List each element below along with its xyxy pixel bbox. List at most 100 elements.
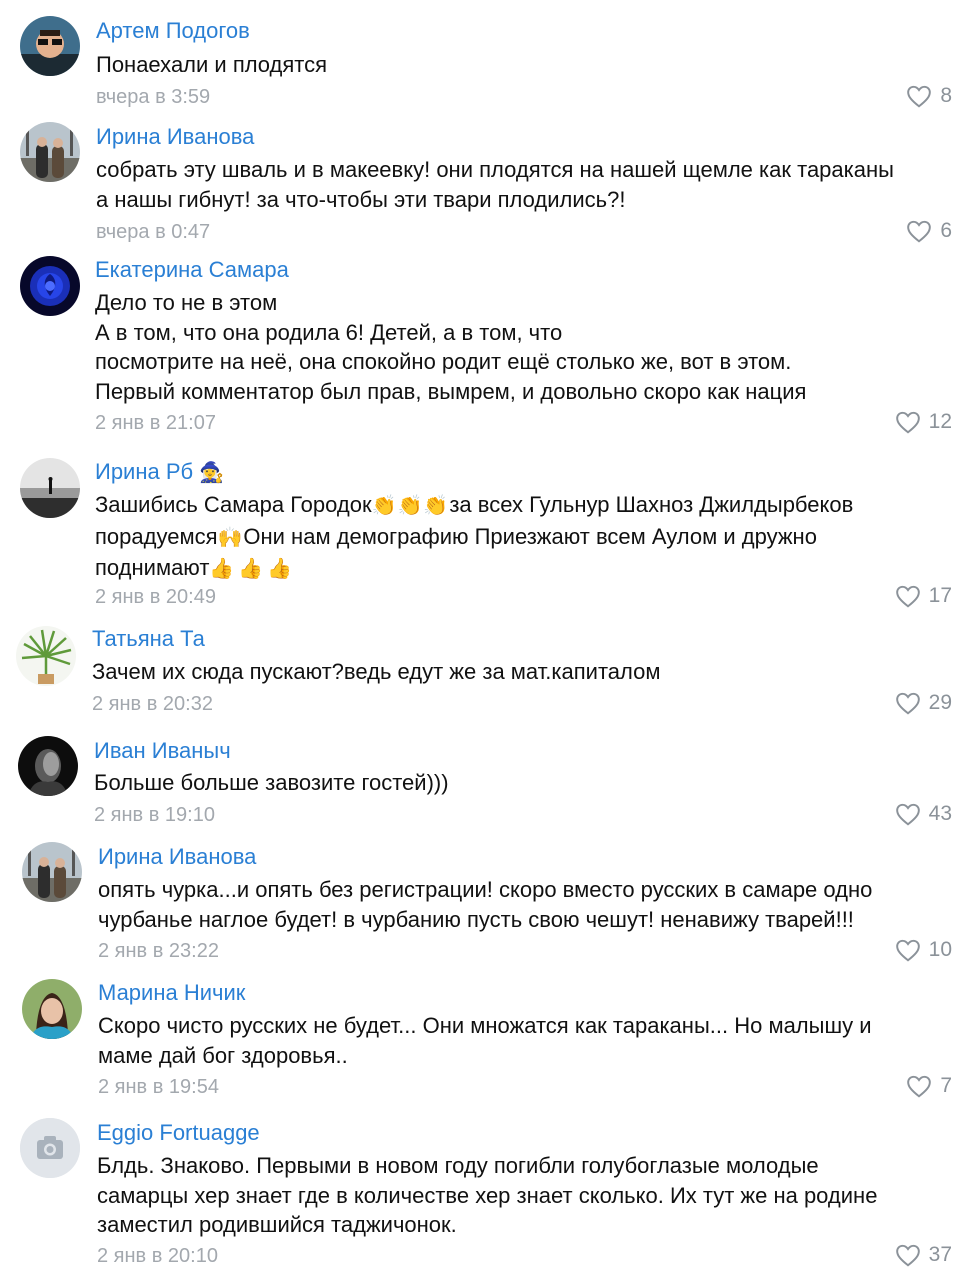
avatar[interactable] (20, 256, 80, 316)
avatar-photo (16, 626, 76, 686)
text-fragment: поднимают (95, 555, 210, 580)
text-fragment: за всех Гульнур Шахноз Джилдырбеков (449, 492, 854, 517)
author-name[interactable]: Татьяна Та (92, 624, 205, 654)
comment-text: опять чурка...и опять без регистрации! с… (98, 875, 958, 934)
comment-text: собрать эту шваль и в макеевку! они плод… (96, 155, 956, 214)
like-button[interactable]: 7 (906, 1074, 952, 1098)
avatar[interactable] (20, 16, 80, 76)
like-button[interactable]: 12 (895, 410, 952, 434)
text-fragment: Они нам демографию Приезжают всем Аулом … (243, 523, 817, 549)
comment-line: Зачем их сюда пускают?ведь едут же за ма… (92, 659, 661, 684)
comment-text: Зачем их сюда пускают?ведь едут же за ма… (92, 657, 952, 687)
clapping-hands-icon: 👏👏👏 (371, 495, 450, 517)
comment-line: порадуемся🙌Они нам демографию Приезжают … (95, 522, 955, 554)
heart-icon (895, 803, 920, 826)
author-name[interactable]: Артем Подогов (96, 16, 250, 46)
like-button[interactable]: 29 (895, 691, 952, 715)
author-name[interactable]: Иван Иваныч (94, 736, 231, 766)
comment-time[interactable]: 2 янв в 19:10 (94, 802, 215, 828)
like-count: 8 (940, 84, 952, 107)
avatar[interactable] (18, 736, 78, 796)
like-count: 17 (928, 584, 952, 607)
comment-line: маме дай бог здоровья.. (98, 1042, 348, 1068)
avatar-photo (22, 979, 82, 1039)
comment-time[interactable]: 2 янв в 20:49 (95, 584, 216, 610)
text-fragment: Зашибись Самара Городок (95, 492, 372, 517)
heart-icon (895, 939, 920, 962)
heart-icon (895, 1244, 920, 1267)
comment-time[interactable]: вчера в 0:47 (96, 219, 210, 245)
comment-line: а нашы гибнут! за что-чтобы эти твари пл… (96, 186, 626, 212)
comment-line: Дело то не в этом (95, 290, 278, 315)
avatar[interactable] (22, 979, 82, 1039)
like-button[interactable]: 17 (895, 584, 952, 608)
comment-line: посмотрите на неё, она спокойно родит ещ… (95, 349, 792, 374)
avatar-photo (20, 122, 80, 182)
like-count: 43 (928, 802, 952, 825)
author-name[interactable]: Ирина Иванова (98, 842, 256, 872)
comment-text: Блдь. Знаково. Первыми в новом году поги… (97, 1151, 957, 1240)
author-name[interactable]: Eggio Fortuagge (97, 1118, 260, 1148)
heart-icon (907, 85, 932, 108)
comment-line: самарцы хер знает где в количестве хер з… (97, 1182, 878, 1208)
like-button[interactable]: 37 (895, 1243, 952, 1267)
camera-icon (20, 1118, 80, 1178)
avatar[interactable] (16, 626, 76, 686)
heart-icon (895, 692, 920, 715)
like-count: 12 (928, 410, 952, 433)
author-name[interactable]: Ирина Иванова (96, 122, 254, 152)
like-count: 29 (928, 691, 952, 714)
comment-line: Больше больше завозите гостей))) (94, 770, 449, 795)
comment-time[interactable]: вчера в 3:59 (96, 84, 210, 110)
author-name-text: Ирина Рб (95, 459, 194, 484)
comment-time[interactable]: 2 янв в 20:32 (92, 691, 213, 717)
heart-icon (895, 585, 920, 608)
comment-line: Зашибись Самара Городок👏👏👏за всех Гульну… (95, 490, 955, 522)
like-button[interactable]: 6 (906, 219, 952, 243)
heart-icon (907, 220, 932, 243)
comment-line: Первый комментатор был прав, вымрем, и д… (95, 378, 807, 404)
like-count: 6 (940, 219, 952, 242)
like-count: 7 (940, 1074, 952, 1097)
comment-text: Понаехали и плодятся (96, 50, 956, 80)
avatar[interactable] (22, 842, 82, 902)
heart-icon (907, 1075, 932, 1098)
like-count: 37 (928, 1243, 952, 1266)
avatar-photo (20, 256, 80, 316)
avatar-photo (22, 842, 82, 902)
comment-line: поднимают👍👍👍 (95, 553, 955, 585)
comment-line: опять чурка...и опять без регистрации! с… (98, 877, 873, 902)
comment-time[interactable]: 2 янв в 23:22 (98, 938, 219, 964)
author-name[interactable]: Ирина Рб 🧙‍♀️ (95, 457, 224, 488)
comment-line: Понаехали и плодятся (96, 52, 328, 77)
comment-text: Больше больше завозите гостей))) (94, 768, 954, 798)
like-button[interactable]: 43 (895, 802, 952, 826)
comment-line: А в том, что она родила 6! Детей, а в то… (95, 319, 563, 345)
witch-emoji-icon: 🧙‍♀️ (199, 462, 225, 484)
avatar[interactable] (20, 122, 80, 182)
avatar[interactable] (20, 1118, 80, 1178)
raising-hands-icon: 🙌 (217, 526, 244, 549)
avatar[interactable] (20, 458, 80, 518)
comment-line: заместил родившийся таджичонок. (97, 1212, 457, 1237)
heart-icon (895, 411, 920, 434)
comment-line: собрать эту шваль и в макеевку! они плод… (96, 157, 894, 182)
comment-line: Скоро чисто русских не будет... Они множ… (98, 1013, 872, 1038)
thumbs-up-icon: 👍👍👍 (209, 558, 297, 580)
avatar-photo (18, 736, 78, 796)
comment-text: Скоро чисто русских не будет... Они множ… (98, 1011, 958, 1070)
text-fragment: порадуемся (95, 523, 218, 549)
comment-time[interactable]: 2 янв в 21:07 (95, 410, 216, 436)
avatar-photo (20, 16, 80, 76)
comment-line: чурбанье наглое будет! в чурбанию пусть … (98, 906, 854, 932)
like-count: 10 (928, 938, 952, 961)
comment-line: Блдь. Знаково. Первыми в новом году поги… (97, 1153, 819, 1178)
comment-time[interactable]: 2 янв в 19:54 (98, 1074, 219, 1100)
comment-time[interactable]: 2 янв в 20:10 (97, 1243, 218, 1269)
author-name[interactable]: Марина Ничик (98, 978, 245, 1008)
avatar-photo (20, 458, 80, 518)
comment-text: Зашибись Самара Городок👏👏👏за всех Гульну… (95, 490, 955, 585)
like-button[interactable]: 10 (895, 938, 952, 962)
like-button[interactable]: 8 (906, 84, 952, 108)
author-name[interactable]: Екатерина Самара (95, 255, 289, 285)
